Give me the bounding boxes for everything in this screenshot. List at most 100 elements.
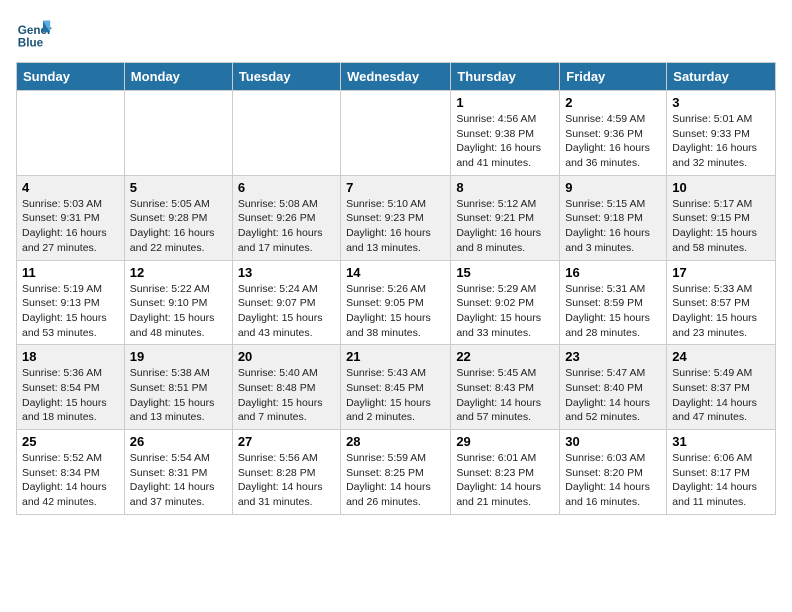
day-number: 12 — [130, 265, 227, 280]
calendar-cell: 5 Sunrise: 5:05 AM Sunset: 9:28 PM Daylig… — [124, 175, 232, 260]
calendar-cell: 30 Sunrise: 6:03 AM Sunset: 8:20 PM Dayli… — [560, 430, 667, 515]
calendar-cell: 21 Sunrise: 5:43 AM Sunset: 8:45 PM Dayli… — [341, 345, 451, 430]
calendar-week-5: 25 Sunrise: 5:52 AM Sunset: 8:34 PM Dayli… — [17, 430, 776, 515]
day-info: Sunrise: 5:40 AM Sunset: 8:48 PM Dayligh… — [238, 366, 335, 425]
calendar-cell — [341, 91, 451, 176]
day-number: 30 — [565, 434, 661, 449]
calendar-week-4: 18 Sunrise: 5:36 AM Sunset: 8:54 PM Dayli… — [17, 345, 776, 430]
day-number: 27 — [238, 434, 335, 449]
calendar-header: SundayMondayTuesdayWednesdayThursdayFrid… — [17, 63, 776, 91]
calendar-cell — [17, 91, 125, 176]
day-info: Sunrise: 5:31 AM Sunset: 8:59 PM Dayligh… — [565, 282, 661, 341]
day-info: Sunrise: 5:17 AM Sunset: 9:15 PM Dayligh… — [672, 197, 770, 256]
day-info: Sunrise: 6:06 AM Sunset: 8:17 PM Dayligh… — [672, 451, 770, 510]
calendar-cell: 10 Sunrise: 5:17 AM Sunset: 9:15 PM Dayli… — [667, 175, 776, 260]
calendar-week-3: 11 Sunrise: 5:19 AM Sunset: 9:13 PM Dayli… — [17, 260, 776, 345]
day-number: 9 — [565, 180, 661, 195]
calendar-cell: 25 Sunrise: 5:52 AM Sunset: 8:34 PM Dayli… — [17, 430, 125, 515]
day-number: 24 — [672, 349, 770, 364]
day-info: Sunrise: 5:08 AM Sunset: 9:26 PM Dayligh… — [238, 197, 335, 256]
day-number: 20 — [238, 349, 335, 364]
calendar-cell: 4 Sunrise: 5:03 AM Sunset: 9:31 PM Daylig… — [17, 175, 125, 260]
day-number: 14 — [346, 265, 445, 280]
day-info: Sunrise: 5:47 AM Sunset: 8:40 PM Dayligh… — [565, 366, 661, 425]
day-info: Sunrise: 5:26 AM Sunset: 9:05 PM Dayligh… — [346, 282, 445, 341]
page-header: General Blue — [16, 16, 776, 52]
day-info: Sunrise: 4:59 AM Sunset: 9:36 PM Dayligh… — [565, 112, 661, 171]
calendar-cell: 24 Sunrise: 5:49 AM Sunset: 8:37 PM Dayli… — [667, 345, 776, 430]
weekday-header-row: SundayMondayTuesdayWednesdayThursdayFrid… — [17, 63, 776, 91]
day-number: 23 — [565, 349, 661, 364]
day-number: 2 — [565, 95, 661, 110]
calendar-cell: 28 Sunrise: 5:59 AM Sunset: 8:25 PM Dayli… — [341, 430, 451, 515]
day-info: Sunrise: 5:59 AM Sunset: 8:25 PM Dayligh… — [346, 451, 445, 510]
day-info: Sunrise: 5:10 AM Sunset: 9:23 PM Dayligh… — [346, 197, 445, 256]
calendar-cell: 29 Sunrise: 6:01 AM Sunset: 8:23 PM Dayli… — [451, 430, 560, 515]
day-info: Sunrise: 5:15 AM Sunset: 9:18 PM Dayligh… — [565, 197, 661, 256]
day-number: 31 — [672, 434, 770, 449]
day-info: Sunrise: 5:43 AM Sunset: 8:45 PM Dayligh… — [346, 366, 445, 425]
calendar-body: 1 Sunrise: 4:56 AM Sunset: 9:38 PM Daylig… — [17, 91, 776, 515]
day-number: 5 — [130, 180, 227, 195]
day-info: Sunrise: 5:03 AM Sunset: 9:31 PM Dayligh… — [22, 197, 119, 256]
day-info: Sunrise: 5:05 AM Sunset: 9:28 PM Dayligh… — [130, 197, 227, 256]
day-number: 25 — [22, 434, 119, 449]
calendar-cell: 13Sunrise: 5:24 AM Sunset: 9:07 PM Dayli… — [232, 260, 340, 345]
day-number: 8 — [456, 180, 554, 195]
calendar-cell: 2 Sunrise: 4:59 AM Sunset: 9:36 PM Daylig… — [560, 91, 667, 176]
day-info: Sunrise: 5:49 AM Sunset: 8:37 PM Dayligh… — [672, 366, 770, 425]
weekday-header-friday: Friday — [560, 63, 667, 91]
day-number: 28 — [346, 434, 445, 449]
day-info: Sunrise: 5:56 AM Sunset: 8:28 PM Dayligh… — [238, 451, 335, 510]
calendar-cell — [232, 91, 340, 176]
day-info: Sunrise: 6:01 AM Sunset: 8:23 PM Dayligh… — [456, 451, 554, 510]
calendar-cell: 20 Sunrise: 5:40 AM Sunset: 8:48 PM Dayli… — [232, 345, 340, 430]
day-info: Sunrise: 5:19 AM Sunset: 9:13 PM Dayligh… — [22, 282, 119, 341]
day-number: 7 — [346, 180, 445, 195]
day-info: Sunrise: 5:01 AM Sunset: 9:33 PM Dayligh… — [672, 112, 770, 171]
day-info: Sunrise: 4:56 AM Sunset: 9:38 PM Dayligh… — [456, 112, 554, 171]
weekday-header-tuesday: Tuesday — [232, 63, 340, 91]
weekday-header-saturday: Saturday — [667, 63, 776, 91]
calendar-cell: 22 Sunrise: 5:45 AM Sunset: 8:43 PM Dayli… — [451, 345, 560, 430]
calendar-cell: 16Sunrise: 5:31 AM Sunset: 8:59 PM Dayli… — [560, 260, 667, 345]
day-info: Sunrise: 5:29 AM Sunset: 9:02 PM Dayligh… — [456, 282, 554, 341]
calendar-cell: 6 Sunrise: 5:08 AM Sunset: 9:26 PM Daylig… — [232, 175, 340, 260]
weekday-header-monday: Monday — [124, 63, 232, 91]
svg-text:Blue: Blue — [18, 37, 44, 50]
day-number: 22 — [456, 349, 554, 364]
day-info: Sunrise: 5:36 AM Sunset: 8:54 PM Dayligh… — [22, 366, 119, 425]
day-info: Sunrise: 6:03 AM Sunset: 8:20 PM Dayligh… — [565, 451, 661, 510]
day-number: 29 — [456, 434, 554, 449]
day-number: 10 — [672, 180, 770, 195]
day-number: 3 — [672, 95, 770, 110]
day-number: 4 — [22, 180, 119, 195]
weekday-header-wednesday: Wednesday — [341, 63, 451, 91]
day-info: Sunrise: 5:12 AM Sunset: 9:21 PM Dayligh… — [456, 197, 554, 256]
calendar-cell: 23 Sunrise: 5:47 AM Sunset: 8:40 PM Dayli… — [560, 345, 667, 430]
calendar-cell: 17Sunrise: 5:33 AM Sunset: 8:57 PM Dayli… — [667, 260, 776, 345]
calendar-cell: 11 Sunrise: 5:19 AM Sunset: 9:13 PM Dayli… — [17, 260, 125, 345]
day-number: 11 — [22, 265, 119, 280]
calendar-cell: 18 Sunrise: 5:36 AM Sunset: 8:54 PM Dayli… — [17, 345, 125, 430]
weekday-header-thursday: Thursday — [451, 63, 560, 91]
day-info: Sunrise: 5:24 AM Sunset: 9:07 PM Dayligh… — [238, 282, 335, 341]
day-info: Sunrise: 5:54 AM Sunset: 8:31 PM Dayligh… — [130, 451, 227, 510]
calendar-cell: 9 Sunrise: 5:15 AM Sunset: 9:18 PM Daylig… — [560, 175, 667, 260]
day-number: 26 — [130, 434, 227, 449]
calendar-cell: 14 Sunrise: 5:26 AM Sunset: 9:05 PM Dayli… — [341, 260, 451, 345]
calendar-cell: 1 Sunrise: 4:56 AM Sunset: 9:38 PM Daylig… — [451, 91, 560, 176]
day-number: 15 — [456, 265, 554, 280]
calendar-cell: 27 Sunrise: 5:56 AM Sunset: 8:28 PM Dayli… — [232, 430, 340, 515]
day-info: Sunrise: 5:52 AM Sunset: 8:34 PM Dayligh… — [22, 451, 119, 510]
calendar-week-1: 1 Sunrise: 4:56 AM Sunset: 9:38 PM Daylig… — [17, 91, 776, 176]
day-number: 18 — [22, 349, 119, 364]
day-number: 1 — [456, 95, 554, 110]
day-number: 6 — [238, 180, 335, 195]
day-info: Sunrise: 5:45 AM Sunset: 8:43 PM Dayligh… — [456, 366, 554, 425]
day-number: 21 — [346, 349, 445, 364]
day-number: 19 — [130, 349, 227, 364]
calendar-cell — [124, 91, 232, 176]
calendar-cell: 3 Sunrise: 5:01 AM Sunset: 9:33 PM Daylig… — [667, 91, 776, 176]
logo-icon: General Blue — [16, 16, 52, 52]
